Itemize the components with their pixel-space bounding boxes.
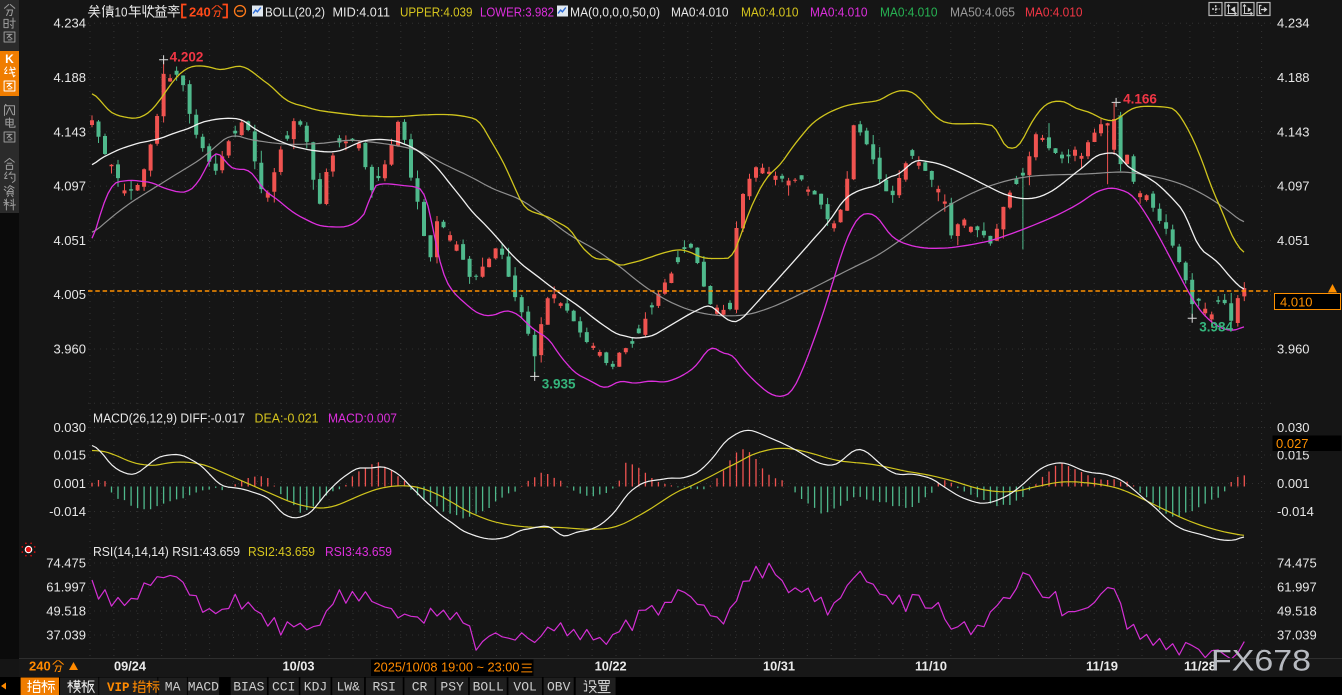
svg-text:RSI3:43.659: RSI3:43.659 <box>325 545 392 559</box>
svg-text:MID:4.011: MID:4.011 <box>333 6 391 20</box>
svg-text:3.960: 3.960 <box>53 342 86 357</box>
svg-text:4.234: 4.234 <box>1277 16 1310 31</box>
svg-text:11/19: 11/19 <box>1086 660 1118 674</box>
svg-text:37.039: 37.039 <box>1277 628 1317 643</box>
svg-text:MA0:4.010: MA0:4.010 <box>880 6 938 20</box>
svg-text:RSI(14,14,14) RSI1:43.659: RSI(14,14,14) RSI1:43.659 <box>93 545 240 559</box>
svg-text:-0.014: -0.014 <box>49 504 86 519</box>
svg-text:10/22: 10/22 <box>595 660 627 674</box>
svg-text:OBV: OBV <box>547 680 571 695</box>
svg-text:RSI: RSI <box>372 680 395 695</box>
svg-text:4.188: 4.188 <box>53 70 86 85</box>
svg-text:0.001: 0.001 <box>53 476 86 491</box>
svg-text:74.475: 74.475 <box>1277 556 1317 571</box>
svg-text:BOLL: BOLL <box>473 680 504 695</box>
svg-text:MA0:4.010: MA0:4.010 <box>1025 6 1083 20</box>
svg-text:LW&: LW& <box>336 680 360 695</box>
svg-text:CCI: CCI <box>272 680 295 695</box>
svg-text:4.010: 4.010 <box>1280 295 1313 310</box>
svg-text:BOLL(20,2): BOLL(20,2) <box>265 6 325 20</box>
svg-text:MA0:4.010: MA0:4.010 <box>810 6 868 20</box>
svg-text:MA0:4.010: MA0:4.010 <box>741 6 799 20</box>
svg-text:MA0:4.010: MA0:4.010 <box>671 6 729 20</box>
svg-text:4.051: 4.051 <box>53 233 86 248</box>
svg-text:-0.014: -0.014 <box>1277 504 1314 519</box>
svg-text:RSI2:43.659: RSI2:43.659 <box>248 545 315 559</box>
svg-text:K: K <box>5 52 14 66</box>
svg-text:VOL: VOL <box>513 680 536 695</box>
svg-text:240: 240 <box>189 5 211 20</box>
svg-text:10/03: 10/03 <box>283 660 315 674</box>
svg-text:49.518: 49.518 <box>46 604 86 619</box>
svg-text:61.997: 61.997 <box>46 580 86 595</box>
svg-text:0.001: 0.001 <box>1277 476 1310 491</box>
svg-text:10: 10 <box>115 5 128 20</box>
svg-text:2025/10/08 19:00 ~ 23:00: 2025/10/08 19:00 ~ 23:00 <box>374 660 520 675</box>
svg-text:11/10: 11/10 <box>915 660 947 674</box>
svg-text:3.935: 3.935 <box>542 376 576 391</box>
svg-text:4.143: 4.143 <box>53 124 86 139</box>
svg-text:4.166: 4.166 <box>1123 91 1157 106</box>
svg-text:PSY: PSY <box>440 680 464 695</box>
svg-text:0.030: 0.030 <box>53 420 86 435</box>
svg-text:UPPER:4.039: UPPER:4.039 <box>400 6 473 20</box>
svg-text:240: 240 <box>29 659 51 674</box>
svg-text:0.015: 0.015 <box>53 448 86 463</box>
svg-text:KDJ: KDJ <box>304 680 327 695</box>
svg-text:MA50:4.065: MA50:4.065 <box>950 6 1015 20</box>
svg-text:4.234: 4.234 <box>53 16 86 31</box>
svg-text:3.984: 3.984 <box>1199 319 1233 334</box>
svg-text:49.518: 49.518 <box>1277 604 1317 619</box>
svg-text:4.097: 4.097 <box>53 179 86 194</box>
svg-text:0.027: 0.027 <box>1276 436 1309 451</box>
svg-text:0.030: 0.030 <box>1277 420 1310 435</box>
svg-text:4.143: 4.143 <box>1277 124 1310 139</box>
svg-text:3.960: 3.960 <box>1277 342 1310 357</box>
svg-text:MACD:0.007: MACD:0.007 <box>328 412 397 426</box>
svg-text:MACD: MACD <box>188 680 219 695</box>
svg-text:DEA:-0.021: DEA:-0.021 <box>255 412 319 426</box>
svg-text:MA: MA <box>165 680 181 695</box>
svg-text:4.202: 4.202 <box>170 50 204 65</box>
svg-text:37.039: 37.039 <box>46 628 86 643</box>
svg-text:MACD(26,12,9) DIFF:-0.017: MACD(26,12,9) DIFF:-0.017 <box>93 412 245 426</box>
svg-text:74.475: 74.475 <box>46 556 86 571</box>
svg-text:61.997: 61.997 <box>1277 580 1317 595</box>
svg-text:MA(0,0,0,0,50,0): MA(0,0,0,0,50,0) <box>570 6 660 20</box>
svg-text:LOWER:3.982: LOWER:3.982 <box>480 6 554 20</box>
svg-text:4.188: 4.188 <box>1277 70 1310 85</box>
svg-text:4.005: 4.005 <box>53 287 86 302</box>
svg-text:CR: CR <box>412 680 428 695</box>
svg-text:10/31: 10/31 <box>763 660 795 674</box>
svg-text:4.097: 4.097 <box>1277 179 1310 194</box>
svg-text:BIAS: BIAS <box>233 680 264 695</box>
svg-text:VIP: VIP <box>107 681 130 695</box>
svg-text:4.051: 4.051 <box>1277 233 1310 248</box>
svg-text:FX678: FX678 <box>1211 645 1311 678</box>
svg-text:09/24: 09/24 <box>114 660 146 674</box>
